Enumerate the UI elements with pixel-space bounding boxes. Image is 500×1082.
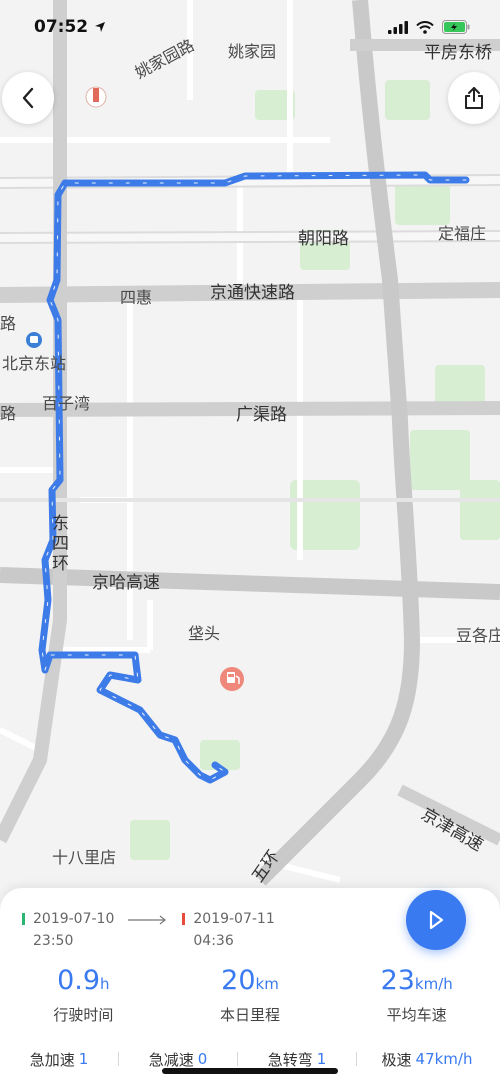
share-icon [465, 87, 483, 109]
status-bar: 07:52 [0, 0, 500, 54]
map-label-shibalidian: 十八里店 [52, 848, 117, 867]
end-date: 2019-07-11 [193, 911, 275, 927]
share-button[interactable] [448, 72, 500, 124]
chevron-left-icon [22, 87, 34, 109]
map-label-dingfuzhuang: 定福庄 [438, 224, 487, 243]
map-label-chaoyang-road: 朝阳路 [298, 229, 349, 249]
event-top-speed: 极速 47km/h [357, 1049, 497, 1070]
stat-unit: km/h [414, 975, 453, 993]
map-label-dongsihuan: 东四环 [52, 514, 69, 574]
back-button[interactable] [2, 72, 54, 124]
play-icon [429, 910, 444, 930]
map-label-jingha-expressway: 京哈高速 [92, 573, 160, 593]
start-marker [22, 913, 25, 925]
arrow-right-icon [128, 915, 167, 925]
end-marker [182, 913, 186, 925]
stat-average-speed: 23km/h 平均车速 [333, 964, 500, 1025]
stat-drive-time: 0.9h 行驶时间 [0, 964, 167, 1025]
event-value: 0 [197, 1050, 208, 1068]
playback-button[interactable] [406, 890, 466, 950]
driving-events: 急加速 1 急减速 0 急转弯 1 极速 47km/h [0, 1048, 500, 1070]
map-label-jingtong-expressway: 京通快速路 [210, 283, 295, 303]
map-label-road-fragment-b: 路 [0, 404, 17, 423]
event-label: 急加速 [29, 1050, 75, 1069]
status-time: 07:52 [34, 17, 89, 37]
map-label-baiziwan: 百子湾 [42, 394, 91, 413]
stat-label: 平均车速 [386, 1006, 447, 1024]
trip-time-range: 2019-07-10 23:50 2019-07-11 04:36 [22, 908, 275, 952]
event-hard-braking: 急减速 0 [119, 1049, 237, 1070]
event-value: 1 [316, 1050, 327, 1068]
event-value: 47km/h [415, 1050, 473, 1068]
status-time-group: 07:52 [34, 17, 106, 37]
event-value: 1 [78, 1050, 89, 1068]
map-label-dougezhuang: 豆各庄 [456, 626, 500, 645]
event-hard-acceleration: 急加速 1 [0, 1049, 118, 1070]
trip-end: 2019-07-11 04:36 [182, 908, 275, 952]
landmark-icon [85, 86, 107, 108]
cellular-signal-icon [388, 20, 408, 34]
stat-unit: km [255, 975, 279, 993]
stat-value: 23 [380, 965, 415, 996]
map-label-guaitou: 垡头 [188, 624, 221, 643]
home-indicator [162, 1068, 338, 1074]
map-label-sihui: 四惠 [120, 288, 153, 307]
trip-stats: 0.9h 行驶时间 20km 本日里程 23km/h 平均车速 [0, 964, 500, 1025]
location-arrow-icon [95, 22, 106, 32]
stat-value: 0.9 [57, 965, 101, 996]
railway-station-icon [26, 332, 42, 348]
trip-start: 2019-07-10 23:50 [22, 908, 114, 952]
event-label: 急转弯 [267, 1050, 313, 1069]
start-date: 2019-07-10 [33, 911, 115, 927]
stat-daily-mileage: 20km 本日里程 [167, 964, 334, 1025]
gas-station-icon [220, 667, 244, 691]
status-icons [388, 20, 470, 34]
stat-label: 行驶时间 [53, 1006, 114, 1024]
stat-value: 20 [221, 965, 256, 996]
stat-unit: h [100, 975, 110, 993]
stat-label: 本日里程 [220, 1006, 281, 1024]
start-time: 23:50 [33, 933, 74, 949]
map-label-guangqu-road: 广渠路 [236, 405, 287, 425]
map-label-beijing-east-station: 北京东站 [2, 354, 67, 373]
battery-charging-icon [442, 20, 470, 34]
wifi-icon [416, 20, 434, 34]
end-time: 04:36 [193, 933, 234, 949]
map-label-road-fragment-a: 路 [0, 314, 17, 333]
event-label: 急减速 [148, 1050, 194, 1069]
event-label: 极速 [381, 1050, 412, 1069]
event-sharp-turn: 急转弯 1 [238, 1049, 356, 1070]
